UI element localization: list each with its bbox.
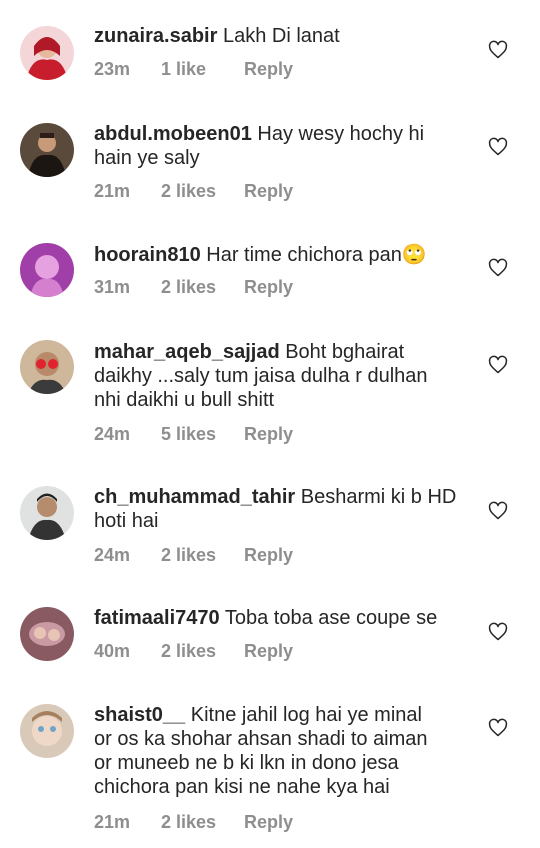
avatar[interactable] [20, 486, 74, 540]
comment-meta: 21m 2 likes Reply [94, 181, 293, 202]
avatar[interactable] [20, 123, 74, 177]
like-heart-icon[interactable] [488, 718, 508, 738]
like-heart-icon[interactable] [488, 501, 508, 521]
comment-time: 24m [94, 545, 131, 565]
comment-time: 40m [94, 641, 131, 661]
comment-username[interactable]: ch_muhammad_tahir [94, 486, 295, 508]
reply-button[interactable]: Reply [244, 424, 293, 445]
comment-text: shaist0__ Kitne jahil log hai ye minal o… [94, 703, 466, 799]
comment-username[interactable]: shaist0__ [94, 704, 185, 726]
avatar[interactable] [20, 26, 74, 80]
comment-username[interactable]: hoorain810 [94, 244, 201, 266]
comment-meta: 40m 2 likes Reply [94, 641, 293, 662]
comment-likes[interactable]: 1 like [161, 59, 244, 80]
comment-time: 31m [94, 277, 131, 297]
comment-text: mahar_aqeb_sajjad Boht bghairat daikhy .… [94, 340, 466, 412]
comment-meta: 23m 1 like Reply [94, 59, 293, 80]
comment-likes[interactable]: 2 likes [161, 277, 244, 298]
comment-meta: 24m 2 likes Reply [94, 545, 293, 566]
comment-time: 24m [94, 424, 131, 444]
comment-username[interactable]: zunaira.sabir [94, 25, 217, 47]
avatar[interactable] [20, 243, 74, 297]
like-heart-icon[interactable] [488, 40, 508, 60]
comment-meta: 21m 2 likes Reply [94, 812, 293, 833]
like-heart-icon[interactable] [488, 137, 508, 157]
avatar[interactable] [20, 340, 74, 394]
comment-time: 21m [94, 181, 131, 201]
comment-time: 21m [94, 812, 131, 832]
comment-body: Har time chichora pan🙄 [206, 244, 427, 266]
reply-button[interactable]: Reply [244, 59, 293, 80]
like-heart-icon[interactable] [488, 622, 508, 642]
comment-time: 23m [94, 59, 131, 79]
comment-likes[interactable]: 2 likes [161, 181, 244, 202]
reply-button[interactable]: Reply [244, 277, 293, 298]
comment-username[interactable]: fatimaali7470 [94, 607, 220, 629]
comment-meta: 31m 2 likes Reply [94, 277, 293, 298]
like-heart-icon[interactable] [488, 258, 508, 278]
comment-likes[interactable]: 2 likes [161, 641, 244, 662]
comment-body: Lakh Di lanat [222, 25, 340, 47]
comment-text: hoorain810 Har time chichora pan🙄 [94, 243, 466, 267]
like-heart-icon[interactable] [488, 355, 508, 375]
reply-button[interactable]: Reply [244, 812, 293, 833]
comment-username[interactable]: mahar_aqeb_sajjad [94, 341, 280, 363]
reply-button[interactable]: Reply [244, 181, 293, 202]
reply-button[interactable]: Reply [244, 641, 293, 662]
comment-body: Toba toba ase coupe se [224, 607, 438, 629]
comment-text: abdul.mobeen01 Hay wesy hochy hi hain ye… [94, 122, 466, 170]
reply-button[interactable]: Reply [244, 545, 293, 566]
comment-text: fatimaali7470 Toba toba ase coupe se [94, 606, 466, 630]
comment-meta: 24m 5 likes Reply [94, 424, 293, 445]
comment-likes[interactable]: 2 likes [161, 545, 244, 566]
comment-likes[interactable]: 2 likes [161, 812, 244, 833]
comment-text: zunaira.sabir Lakh Di lanat [94, 24, 466, 48]
avatar[interactable] [20, 704, 74, 758]
comment-text: ch_muhammad_tahir Besharmi ki b HD hoti … [94, 485, 466, 533]
avatar[interactable] [20, 607, 74, 661]
comment-username[interactable]: abdul.mobeen01 [94, 123, 252, 145]
comment-likes[interactable]: 5 likes [161, 424, 244, 445]
